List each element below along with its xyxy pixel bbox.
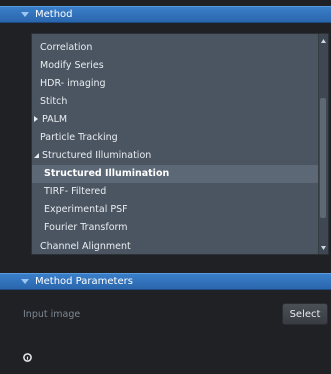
method-list-item[interactable]: HDR- imaging <box>32 74 318 92</box>
method-item-label: TIRF- Filtered <box>44 186 107 198</box>
method-list-item[interactable]: Particle Tracking <box>32 128 318 146</box>
method-parameters-title: Method Parameters <box>35 276 133 287</box>
method-list-item[interactable]: Stitch <box>32 92 318 110</box>
method-item-label: Stitch <box>40 95 68 107</box>
method-item-label: Particle Tracking <box>40 132 118 144</box>
method-item-label: Channel Alignment <box>40 240 131 252</box>
method-item-label: Correlation <box>40 41 93 53</box>
method-panel-header[interactable]: Method <box>0 6 331 23</box>
input-image-label: Input image <box>23 309 81 320</box>
method-item-label: HDR- imaging <box>40 77 106 89</box>
method-list-item[interactable]: Modify Series <box>32 56 318 74</box>
method-list-scrollbar[interactable] <box>318 34 328 254</box>
method-item-label: Modify Series <box>40 59 104 71</box>
method-parameters-body <box>0 290 331 374</box>
method-list-subitem[interactable]: Fourier Transform <box>32 219 318 237</box>
scroll-up-arrow-icon[interactable] <box>319 36 328 45</box>
info-icon[interactable] <box>23 353 32 362</box>
method-item-label: Fourier Transform <box>44 222 128 234</box>
triangle-right-icon[interactable] <box>33 115 39 123</box>
triangle-down-icon[interactable] <box>33 152 39 160</box>
select-button[interactable]: Select <box>282 303 328 325</box>
method-panel-title: Method <box>35 9 73 20</box>
method-list-subitem[interactable]: Structured Illumination <box>32 164 318 183</box>
method-item-label: PALM <box>42 113 68 125</box>
method-list-items: Correlation Modify Series HDR- imaging Stit… <box>32 38 318 254</box>
scrollbar-thumb[interactable] <box>320 98 326 218</box>
chevron-down-icon[interactable] <box>18 274 32 289</box>
method-item-label: Experimental PSF <box>44 204 128 216</box>
chevron-down-icon[interactable] <box>18 7 32 22</box>
method-item-label: Structured Illumination <box>42 150 152 162</box>
method-list-subitem[interactable]: TIRF- Filtered <box>32 183 318 201</box>
method-parameters-header[interactable]: Method Parameters <box>0 273 331 290</box>
method-list-item[interactable]: Channel Alignment <box>32 237 318 254</box>
method-list[interactable]: Correlation Modify Series HDR- imaging Stit… <box>31 33 329 255</box>
method-list-item[interactable]: PALM <box>32 110 318 128</box>
method-item-label: Structured Illumination <box>44 168 170 180</box>
method-list-item[interactable]: Structured Illumination <box>32 147 318 165</box>
scroll-down-arrow-icon[interactable] <box>319 243 328 252</box>
method-list-item[interactable]: Correlation <box>32 38 318 56</box>
method-list-subitem[interactable]: Experimental PSF <box>32 201 318 219</box>
